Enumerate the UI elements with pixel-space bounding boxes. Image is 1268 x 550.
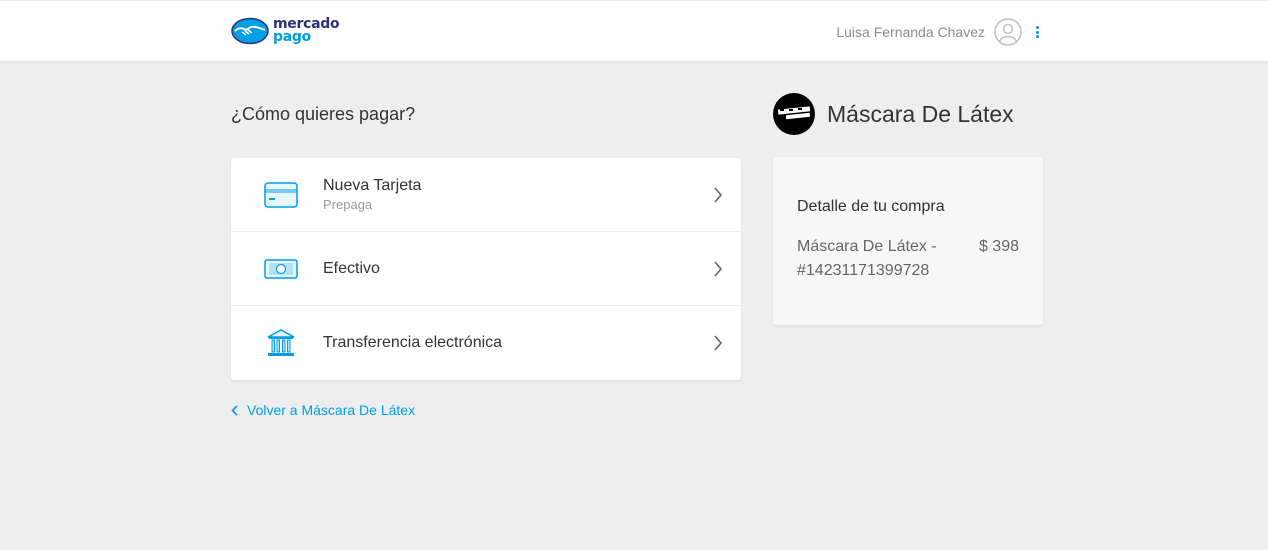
chevron-left-icon [231, 404, 238, 416]
top-header: mercado pago Luisa Fernanda Chavez [0, 0, 1268, 61]
summary-item-line2: #14231171399728 [797, 262, 930, 279]
user-name[interactable]: Luisa Fernanda Chavez [836, 24, 985, 40]
chevron-right-icon [711, 260, 725, 278]
summary-title: Detalle de tu compra [797, 198, 945, 215]
back-link[interactable]: Volver a Máscara De Látex [231, 402, 415, 418]
option-text: Nueva Tarjeta Prepaga [323, 177, 421, 212]
handshake-logo-icon [231, 17, 269, 45]
summary-item-description: Máscara De Látex - #14231171399728 [797, 235, 937, 283]
logo-line2: pago [273, 29, 311, 45]
option-sublabel: Prepaga [323, 197, 373, 212]
logo-wordmark: mercado pago [273, 17, 340, 45]
chevron-right-icon [711, 334, 725, 352]
user-avatar-icon[interactable] [993, 17, 1023, 47]
purchase-summary: Detalle de tu compra Máscara De Látex - … [773, 157, 1043, 325]
credit-card-icon [263, 177, 299, 213]
chevron-right-icon [711, 186, 725, 204]
user-area: Luisa Fernanda Chavez [836, 17, 1043, 47]
page-title: ¿Cómo quieres pagar? [231, 104, 416, 124]
option-text: Efectivo [323, 260, 380, 278]
product-logo [773, 93, 815, 135]
option-label: Nueva Tarjeta [323, 177, 422, 194]
product-header: Máscara De Látex [773, 93, 1014, 135]
bank-icon [263, 325, 299, 361]
mercado-pago-logo[interactable]: mercado pago [231, 17, 340, 45]
payment-option-transfer[interactable]: Transferencia electrónica [231, 306, 741, 380]
cash-icon [263, 251, 299, 287]
summary-item-line1: Máscara De Látex - [797, 238, 937, 255]
option-text: Transferencia electrónica [323, 334, 502, 352]
option-label: Efectivo [323, 259, 380, 277]
payment-options-list: Nueva Tarjeta Prepaga Efectivo Transfere… [231, 158, 741, 380]
back-link-label: Volver a Máscara De Látex [247, 402, 416, 418]
payment-option-new-card[interactable]: Nueva Tarjeta Prepaga [231, 158, 741, 232]
payment-option-cash[interactable]: Efectivo [231, 232, 741, 306]
summary-item-price: $ 398 [978, 238, 1019, 255]
option-label: Transferencia electrónica [323, 334, 503, 351]
kebab-menu-icon[interactable] [1031, 24, 1043, 40]
product-title: Máscara De Látex [827, 100, 1014, 127]
